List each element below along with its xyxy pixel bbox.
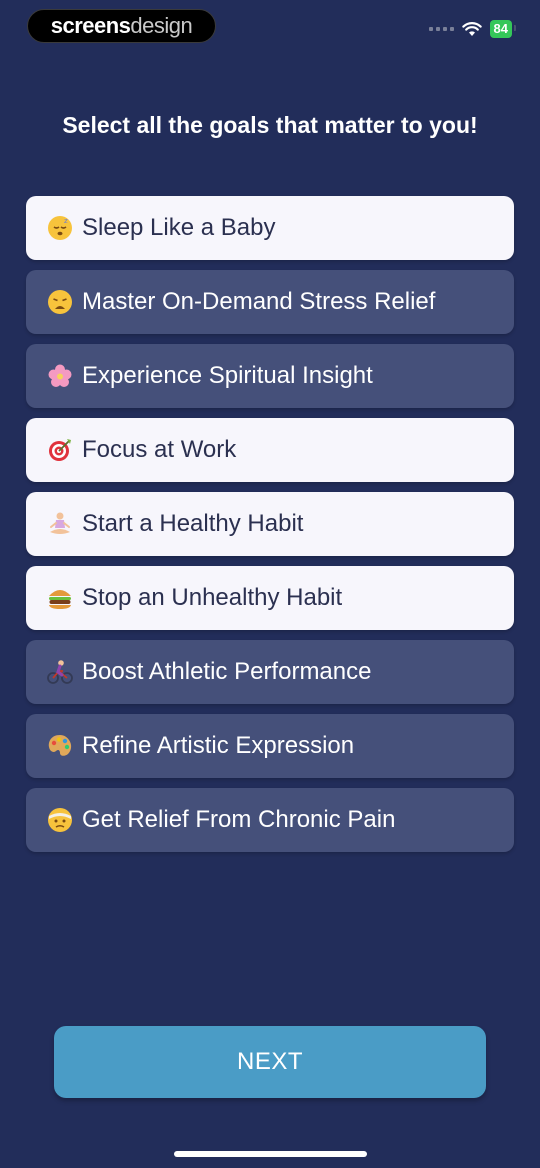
goal-option-unhealthy-habit[interactable]: Stop an Unhealthy Habit [26, 566, 514, 630]
hamburger-icon [46, 584, 74, 612]
svg-text:z: z [64, 217, 68, 225]
goal-label: Get Relief From Chronic Pain [82, 806, 396, 833]
brand-logo: screens design [27, 9, 216, 43]
goal-label: Sleep Like a Baby [82, 214, 276, 241]
goal-label: Boost Athletic Performance [82, 658, 372, 685]
next-button[interactable]: NEXT [54, 1026, 486, 1098]
goal-label: Focus at Work [82, 436, 237, 463]
cellular-signal-icon [428, 27, 454, 31]
page-title: Select all the goals that matter to you! [62, 112, 478, 138]
home-indicator[interactable] [174, 1151, 367, 1157]
battery-level: 84 [493, 21, 508, 36]
goal-label: Start a Healthy Habit [82, 510, 304, 537]
sleeping-face-icon: z [46, 214, 74, 242]
goal-option-healthy-habit[interactable]: Start a Healthy Habit [26, 492, 514, 556]
goal-option-artistic-expression[interactable]: Refine Artistic Expression [26, 714, 514, 778]
cherry-blossom-icon [46, 362, 74, 390]
goal-option-sleep[interactable]: z Sleep Like a Baby [26, 196, 514, 260]
brand-text-part2: design [130, 13, 193, 38]
artist-palette-icon [46, 732, 74, 760]
status-bar: screens design 84 [0, 0, 540, 50]
goal-label: Refine Artistic Expression [82, 732, 355, 759]
person-biking-icon [46, 658, 74, 686]
goal-label: Experience Spiritual Insight [82, 362, 373, 389]
goal-label: Master On-Demand Stress Relief [82, 288, 436, 315]
goal-label: Stop an Unhealthy Habit [82, 584, 343, 611]
brand-text-part1: screens [50, 13, 131, 38]
person-meditating-icon [46, 510, 74, 538]
weary-face-icon [46, 288, 74, 316]
battery-icon: 84 [489, 20, 517, 38]
goal-option-spiritual-insight[interactable]: Experience Spiritual Insight [26, 344, 514, 408]
status-indicators: 84 [428, 18, 517, 40]
face-with-head-bandage-icon [46, 806, 74, 834]
goal-option-athletic-performance[interactable]: Boost Athletic Performance [26, 640, 514, 704]
goal-option-stress-relief[interactable]: Master On-Demand Stress Relief [26, 270, 514, 334]
goal-option-chronic-pain[interactable]: Get Relief From Chronic Pain [26, 788, 514, 852]
target-icon [46, 436, 74, 464]
wifi-icon [461, 22, 482, 36]
goal-option-focus-at-work[interactable]: Focus at Work [26, 418, 514, 482]
goal-list: z Sleep Like a Baby Master On-Demand Str… [26, 196, 514, 852]
